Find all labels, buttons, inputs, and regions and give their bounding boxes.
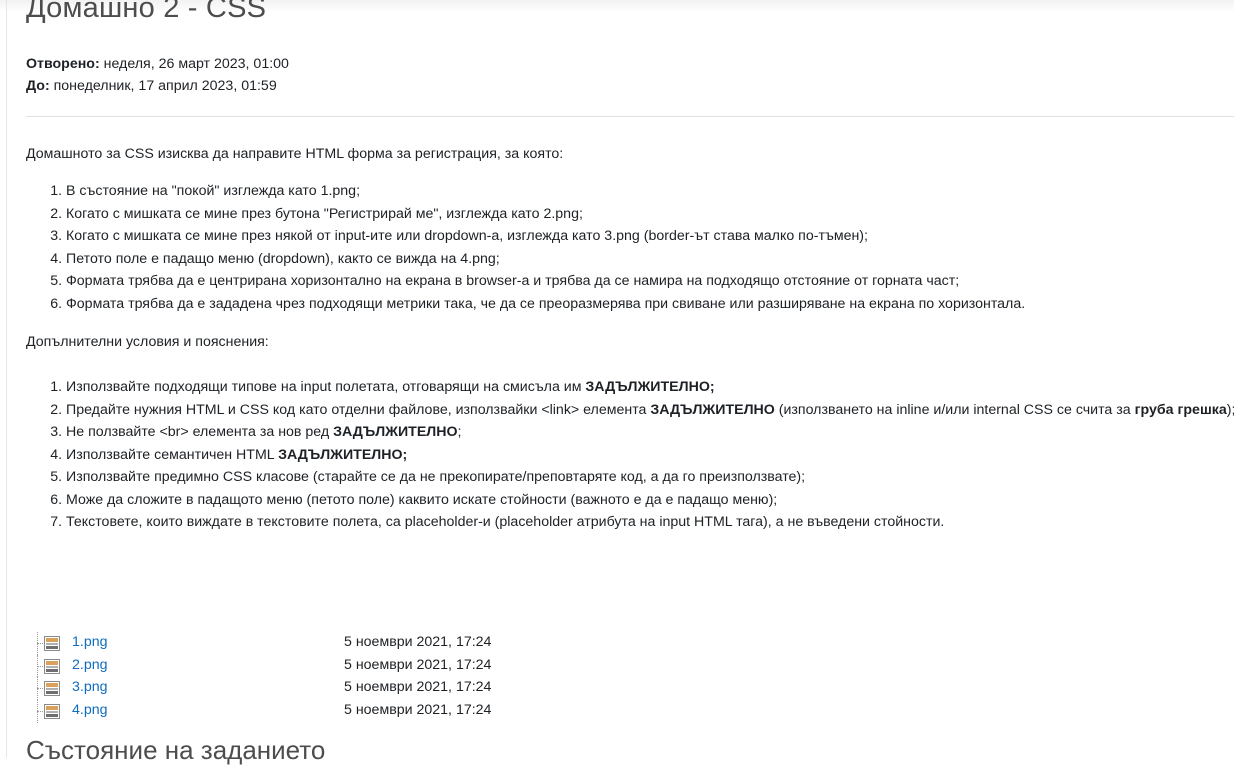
submission-status-heading: Състояние на заданието xyxy=(26,735,326,765)
tree-connector xyxy=(34,677,45,700)
list-item: Предайте нужния HTML и CSS код като отде… xyxy=(66,399,1234,422)
assignment-dates: Отворено: неделя, 26 март 2023, 01:00 До… xyxy=(26,53,289,97)
opened-date: Отворено: неделя, 26 март 2023, 01:00 xyxy=(26,53,289,75)
list-item: Формата трябва да е зададена чрез подход… xyxy=(66,293,1234,316)
list-item: Използвайте предимно CSS класове (старай… xyxy=(66,466,1234,489)
file-date: 5 ноември 2021, 17:24 xyxy=(344,702,492,719)
image-file-icon xyxy=(44,681,60,697)
file-link-4[interactable]: 4.png xyxy=(72,702,108,718)
rule-text: (използването на inline и/или internal C… xyxy=(774,401,1135,418)
opened-value: неделя, 26 март 2023, 01:00 xyxy=(99,56,289,72)
tree-connector xyxy=(34,654,45,678)
due-label: До: xyxy=(26,78,50,94)
due-value: понеделник, 17 април 2023, 01:59 xyxy=(49,78,277,94)
rule-text: Използвайте семантичен HTML xyxy=(66,446,279,463)
tree-connector xyxy=(34,700,45,723)
rule-text: Предайте нужния HTML и CSS код като отде… xyxy=(66,401,651,418)
intro-text: Домашното за CSS изисква да направите HT… xyxy=(26,146,564,162)
rule-emphasis: ЗАДЪЛЖИТЕЛНО xyxy=(333,424,458,440)
list-item: Формата трябва да е центрирана хоризонта… xyxy=(66,270,1234,293)
file-link-2[interactable]: 2.png xyxy=(72,657,108,673)
due-date: До: понеделник, 17 април 2023, 01:59 xyxy=(26,75,289,97)
requirements-list: В състояние на "покой" изглежда като 1.p… xyxy=(26,180,1234,315)
left-border xyxy=(6,0,7,758)
rule-emphasis: ЗАДЪЛЖИТЕЛНО; xyxy=(278,446,408,463)
list-item: В състояние на "покой" изглежда като 1.p… xyxy=(66,180,1234,203)
list-item: Когато с мишката се мине през бутона "Ре… xyxy=(66,203,1234,226)
list-item: Петото поле е падащо меню (dropdown), ка… xyxy=(66,248,1234,271)
tree-connector xyxy=(34,632,45,655)
rule-text: Използвайте подходящи типове на input по… xyxy=(66,379,586,395)
image-file-icon xyxy=(44,636,60,651)
rule-emphasis: ЗАДЪЛЖИТЕЛНО xyxy=(650,401,775,418)
rule-emphasis: ЗАДЪЛЖИТЕЛНО; xyxy=(585,379,715,395)
list-item: Текстовете, които виждате в текстовите п… xyxy=(66,511,1234,534)
file-link-3[interactable]: 3.png xyxy=(72,679,108,695)
image-file-icon xyxy=(44,658,60,674)
opened-label: Отворено: xyxy=(26,56,100,72)
rule-emphasis: груба грешка xyxy=(1134,401,1227,418)
list-item: Може да сложите в падащото меню (петото … xyxy=(66,489,1234,512)
extra-heading: Допълнителни условия и пояснения: xyxy=(26,334,269,350)
file-link-1[interactable]: 1.png xyxy=(72,634,108,650)
rule-text: ); xyxy=(1226,401,1234,418)
list-item: Използвайте семантичен HTML ЗАДЪЛЖИТЕЛНО… xyxy=(66,444,1234,467)
page-title: Домашно 2 - CSS xyxy=(26,0,267,24)
divider xyxy=(26,116,1234,117)
list-item: Не ползвайте <br> елемента за нов ред ЗА… xyxy=(66,421,1234,444)
rules-list: Използвайте подходящи типове на input по… xyxy=(26,376,1234,534)
rule-text: ; xyxy=(457,424,462,440)
list-item: Използвайте подходящи типове на input по… xyxy=(66,376,1234,399)
file-date: 5 ноември 2021, 17:24 xyxy=(344,656,492,673)
file-date: 5 ноември 2021, 17:24 xyxy=(344,679,492,696)
list-item: Когато с мишката се мине през някой от i… xyxy=(66,225,1234,248)
rule-text: Не ползвайте <br> елемента за нов ред xyxy=(66,424,334,440)
image-file-icon xyxy=(44,704,60,720)
file-date: 5 ноември 2021, 17:24 xyxy=(344,634,492,650)
